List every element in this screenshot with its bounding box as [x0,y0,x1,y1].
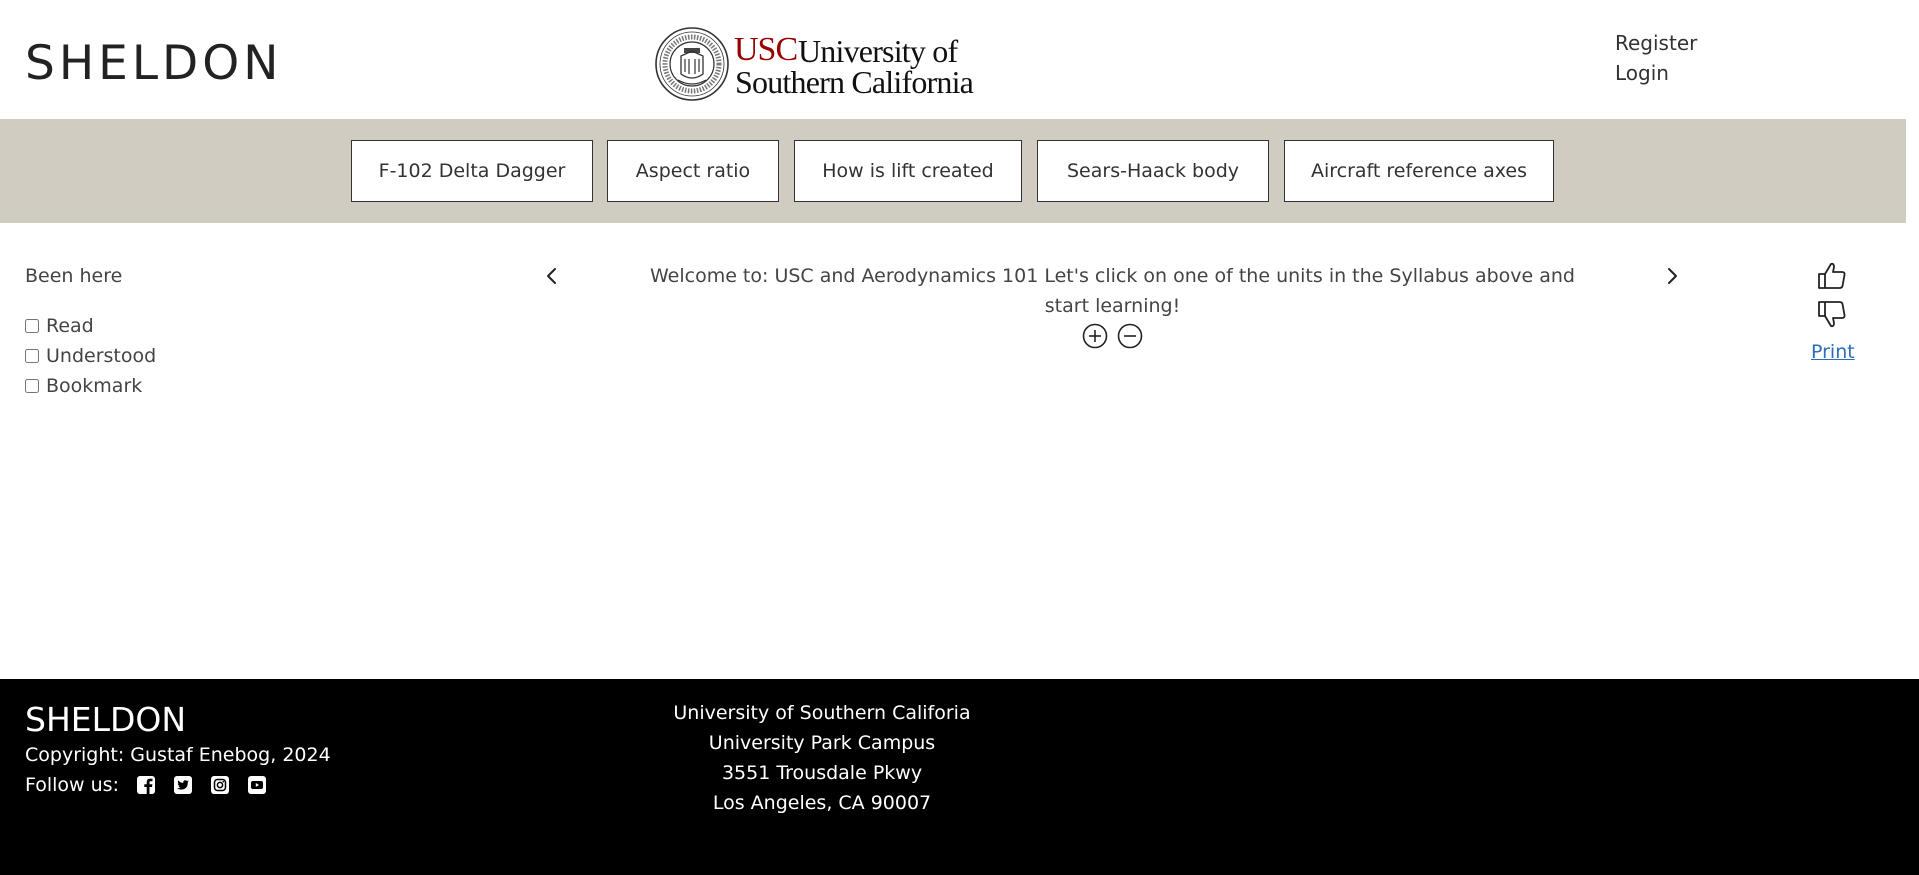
plus-circle-icon[interactable] [1082,323,1108,349]
chevron-right-icon[interactable] [1660,264,1684,288]
site-footer: SHELDON Copyright: Gustaf Enebog, 2024 F… [0,679,1919,875]
site-brand[interactable]: SHELDON [25,36,282,92]
address-line-1: University of Southern Califoria [673,702,971,724]
follow-label: Follow us: [25,774,119,796]
address-line-4: Los Angeles, CA 90007 [712,792,932,814]
understood-check-row[interactable]: Understood [25,341,156,371]
register-link[interactable]: Register [1615,28,1697,58]
print-link[interactable]: Print [1811,337,1855,367]
footer-follow: Follow us: [25,770,267,800]
unit-aircraft-reference-axes[interactable]: Aircraft reference axes [1284,140,1554,202]
thumbs-up-icon[interactable] [1816,260,1848,292]
understood-checkbox[interactable] [25,349,39,363]
login-link[interactable]: Login [1615,58,1697,88]
syllabus-bar: F-102 Delta Dagger Aspect ratio How is l… [0,119,1906,223]
usc-seal-icon [655,27,729,101]
minus-circle-icon[interactable] [1117,323,1143,349]
unit-aspect-ratio[interactable]: Aspect ratio [607,140,779,202]
footer-brand: SHELDON [25,700,187,739]
understood-label: Understood [46,345,157,367]
progress-checklist: Read Understood Bookmark [25,311,156,401]
welcome-message: Welcome to: USC and Aerodynamics 101 Let… [649,265,1575,317]
chevron-left-icon[interactable] [540,264,564,288]
read-label: Read [46,315,94,337]
youtube-icon[interactable] [247,775,267,795]
unit-f102-delta-dagger[interactable]: F-102 Delta Dagger [351,140,593,202]
bookmark-check-row[interactable]: Bookmark [25,371,156,401]
facebook-icon[interactable] [136,775,156,795]
unit-sears-haack-body[interactable]: Sears-Haack body [1037,140,1269,202]
address-line-3: 3551 Trousdale Pkwy [721,762,923,784]
thumbs-down-icon[interactable] [1816,298,1848,330]
bookmark-checkbox[interactable] [25,379,39,393]
bookmark-label: Bookmark [46,375,143,397]
footer-copyright: Copyright: Gustaf Enebog, 2024 [25,744,331,766]
twitter-icon[interactable] [173,775,193,795]
footer-address: University of Southern Califoria Univers… [622,698,1022,818]
read-check-row[interactable]: Read [25,311,156,341]
read-checkbox[interactable] [25,319,39,333]
usc-logo[interactable]: USC University of Southern California [654,26,984,102]
been-here-heading: Been here [25,265,123,287]
site-header: SHELDON USC University of Southern Calif… [0,0,1919,119]
instagram-icon[interactable] [210,775,230,795]
logo-line-2: Southern California [735,64,974,100]
unit-how-is-lift-created[interactable]: How is lift created [794,140,1022,202]
auth-links: Register Login [1615,28,1697,88]
address-line-2: University Park Campus [708,732,936,754]
